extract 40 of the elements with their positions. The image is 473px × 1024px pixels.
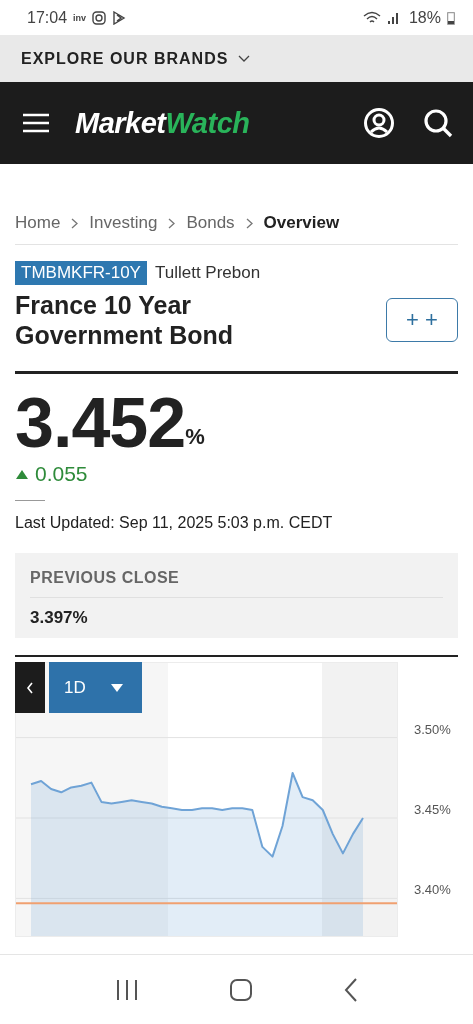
battery-icon	[447, 10, 455, 25]
price-value: 3.452	[15, 388, 186, 458]
y-axis-label: 3.45%	[414, 802, 451, 817]
data-source: Tullett Prebon	[154, 263, 261, 283]
account-icon[interactable]	[363, 107, 395, 139]
notification-text: inv	[73, 12, 87, 23]
back-icon[interactable]	[343, 977, 358, 1002]
chevron-right-icon	[168, 217, 176, 229]
breadcrumb-link[interactable]: Investing	[89, 213, 158, 233]
previous-close-label: PREVIOUS CLOSE	[30, 569, 443, 598]
menu-icon[interactable]	[23, 113, 49, 133]
watchlist-button[interactable]: + +	[386, 298, 458, 342]
chevron-down-icon	[238, 54, 251, 63]
recent-apps-icon[interactable]	[115, 979, 140, 1000]
y-axis-label: 3.50%	[414, 721, 451, 737]
camera-icon	[92, 10, 107, 25]
price-unit: %	[185, 424, 205, 450]
battery-percent: 18%	[408, 8, 441, 27]
breadcrumb-link[interactable]: Bonds	[186, 213, 235, 233]
brands-bar[interactable]: EXPLORE OUR BRANDS	[0, 35, 473, 82]
price-change: 0.055	[35, 462, 88, 486]
chevron-left-icon	[26, 681, 34, 694]
instrument-title: France 10 Year Government Bond	[15, 290, 235, 350]
chevron-right-icon	[245, 217, 253, 229]
wifi-icon	[362, 10, 381, 25]
ticker-badge: TMBMKFR-10Y	[15, 261, 147, 285]
status-time: 17:04	[27, 8, 68, 27]
caret-down-icon	[109, 682, 124, 693]
y-axis-label: 3.40%	[414, 882, 451, 898]
breadcrumb-link[interactable]: Overview	[263, 213, 340, 233]
range-dropdown[interactable]: 1D	[49, 662, 142, 713]
home-icon[interactable]	[229, 977, 254, 1002]
previous-close-value: 3.397%	[30, 608, 89, 628]
search-icon[interactable]	[423, 108, 453, 138]
logo[interactable]: MarketWatch	[75, 106, 250, 140]
play-icon	[112, 10, 127, 25]
signal-icon	[386, 10, 399, 25]
last-updated: Last Updated: Sep 11, 2025 5:03 p.m. CEDT	[15, 514, 334, 532]
breadcrumb-link[interactable]: Home	[15, 213, 61, 233]
chevron-right-icon	[71, 217, 79, 229]
